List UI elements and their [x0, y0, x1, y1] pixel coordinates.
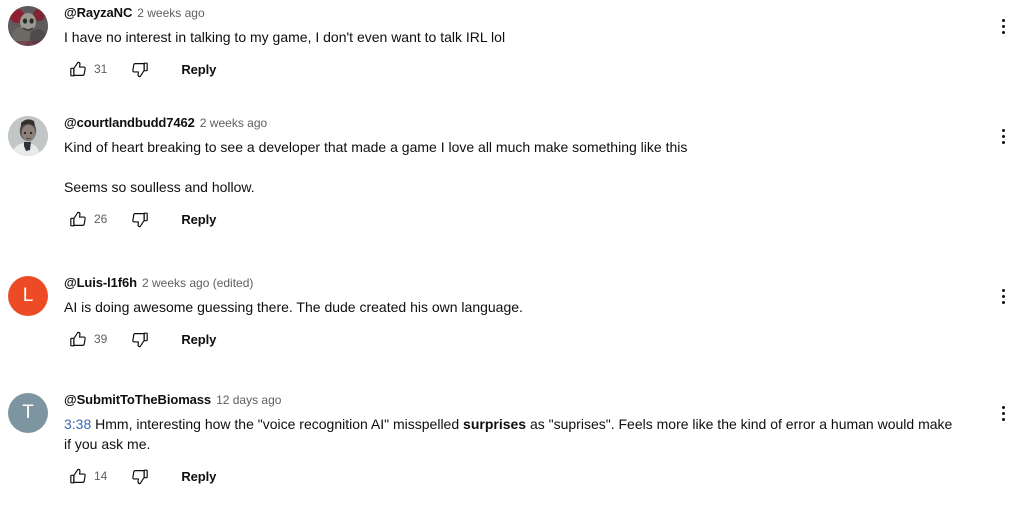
avatar-letter: T [22, 402, 34, 423]
more-options-icon[interactable] [991, 124, 1015, 148]
comment-text: AI is doing awesome guessing there. The … [64, 299, 523, 315]
like-count: 14 [94, 469, 108, 483]
like-button[interactable]: 14 [64, 462, 113, 490]
comment-timestamp[interactable]: 2 weeks ago [137, 4, 204, 22]
dislike-button[interactable] [125, 205, 153, 233]
comment-text: Kind of heart breaking to see a develope… [64, 139, 688, 195]
comment-meta: @RayzaNC 2 weeks ago [64, 4, 954, 22]
comments-list: @RayzaNC 2 weeks ago I have no interest … [0, 0, 1024, 510]
avatar-column [0, 110, 64, 156]
avatar[interactable]: L [8, 276, 48, 316]
like-count: 39 [94, 332, 108, 346]
like-button[interactable]: 26 [64, 205, 113, 233]
comment-actions: 39 Reply [64, 325, 954, 353]
comment-author[interactable]: @RayzaNC [64, 4, 132, 22]
comment-text: I have no interest in talking to my game… [64, 29, 506, 45]
thumbs-down-icon [125, 325, 153, 353]
video-timestamp-link[interactable]: 3:38 [64, 416, 91, 432]
comment-actions: 31 Reply [64, 55, 954, 83]
comment-body: @courtlandbudd7462 2 weeks ago Kind of h… [64, 110, 1024, 233]
comment-body: @Luis-l1f6h 2 weeks ago (edited) AI is d… [64, 270, 1024, 353]
more-options-icon[interactable] [991, 284, 1015, 308]
thumbs-up-icon [64, 325, 92, 353]
dislike-button[interactable] [125, 55, 153, 83]
text-run: Hmm, interesting how the "voice recognit… [91, 416, 464, 432]
thumbs-down-icon [125, 55, 153, 83]
avatar[interactable] [8, 116, 48, 156]
thumbs-down-icon [125, 462, 153, 490]
comment-author[interactable]: @SubmitToTheBiomass [64, 391, 211, 409]
comment-text: 3:38 Hmm, interesting how the "voice rec… [64, 412, 954, 454]
avatar-column: T [0, 387, 64, 433]
like-button[interactable]: 31 [64, 55, 113, 83]
avatar-letter: L [22, 285, 34, 306]
reply-button[interactable]: Reply [181, 212, 216, 227]
dislike-button[interactable] [125, 325, 153, 353]
thumbs-down-icon [125, 205, 153, 233]
reply-button[interactable]: Reply [181, 62, 216, 77]
dislike-button[interactable] [125, 462, 153, 490]
more-options-icon[interactable] [991, 401, 1015, 425]
comment-body: @SubmitToTheBiomass 12 days ago 3:38 Hmm… [64, 387, 1024, 490]
thumbs-up-icon [64, 55, 92, 83]
comment-item: L @Luis-l1f6h 2 weeks ago (edited) AI is… [0, 270, 1024, 387]
like-button[interactable]: 39 [64, 325, 113, 353]
avatar-photo-icon [8, 116, 48, 156]
like-count: 26 [94, 212, 108, 226]
avatar-column: L [0, 270, 64, 316]
comment-actions: 14 Reply [64, 462, 954, 490]
avatar[interactable]: T [8, 393, 48, 433]
comment-author[interactable]: @Luis-l1f6h [64, 274, 137, 292]
comment-body: @RayzaNC 2 weeks ago I have no interest … [64, 0, 1024, 83]
thumbs-up-icon [64, 462, 92, 490]
comment-item: T @SubmitToTheBiomass 12 days ago 3:38 H… [0, 387, 1024, 510]
comment-item: @courtlandbudd7462 2 weeks ago Kind of h… [0, 110, 1024, 270]
comment-author[interactable]: @courtlandbudd7462 [64, 114, 195, 132]
reply-button[interactable]: Reply [181, 469, 216, 484]
avatar-column [0, 0, 64, 46]
avatar[interactable] [8, 6, 48, 46]
comment-meta: @courtlandbudd7462 2 weeks ago [64, 114, 954, 132]
comment-actions: 26 Reply [64, 205, 954, 233]
emphasis-text: surprises [463, 416, 527, 432]
comment-item: @RayzaNC 2 weeks ago I have no interest … [0, 0, 1024, 110]
thumbs-up-icon [64, 205, 92, 233]
comment-meta: @Luis-l1f6h 2 weeks ago (edited) [64, 274, 954, 292]
avatar-photo-icon [8, 6, 48, 46]
comment-timestamp[interactable]: 2 weeks ago [200, 114, 267, 132]
more-options-icon[interactable] [991, 14, 1015, 38]
reply-button[interactable]: Reply [181, 332, 216, 347]
comment-meta: @SubmitToTheBiomass 12 days ago [64, 391, 954, 409]
like-count: 31 [94, 62, 108, 76]
comment-timestamp[interactable]: 2 weeks ago (edited) [142, 274, 253, 292]
comment-timestamp[interactable]: 12 days ago [216, 391, 281, 409]
